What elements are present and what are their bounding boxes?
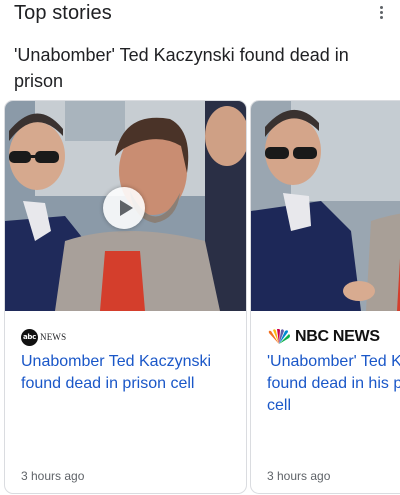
- card-title[interactable]: 'Unabomber' Ted K found dead in his p ce…: [267, 351, 400, 417]
- play-icon[interactable]: [103, 187, 145, 229]
- news-thumbnail[interactable]: [5, 101, 246, 311]
- news-carousel[interactable]: abc NEWS Unabomber Ted Kaczynski found d…: [0, 100, 400, 495]
- abc-logo-icon: abc: [21, 328, 38, 346]
- news-card[interactable]: NBC NEWS 'Unabomber' Ted K found dead in…: [250, 100, 400, 494]
- peacock-icon: [268, 329, 290, 344]
- card-title[interactable]: Unabomber Ted Kaczynski found dead in pr…: [21, 351, 231, 395]
- publisher-logo: abc NEWS: [21, 327, 66, 347]
- publisher-logo: NBC NEWS: [267, 327, 380, 347]
- more-vert-icon[interactable]: [376, 4, 386, 26]
- publisher-name: NEWS: [40, 332, 67, 342]
- card-timestamp: 3 hours ago: [267, 469, 331, 483]
- top-stories-header: Top stories: [0, 0, 400, 30]
- publisher-name: NBC NEWS: [295, 328, 380, 345]
- story-headline[interactable]: 'Unabomber' Ted Kaczynski found dead in …: [14, 42, 386, 94]
- section-title: Top stories: [14, 2, 112, 24]
- news-card[interactable]: abc NEWS Unabomber Ted Kaczynski found d…: [4, 100, 247, 494]
- card-timestamp: 3 hours ago: [21, 469, 85, 483]
- news-thumbnail[interactable]: [251, 101, 400, 311]
